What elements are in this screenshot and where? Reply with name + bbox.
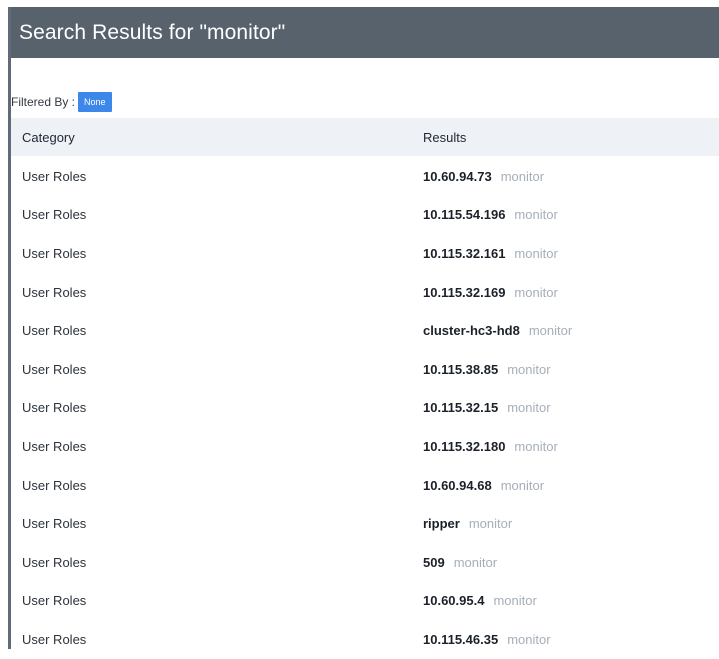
row-result: 10.115.32.161 monitor [423, 246, 558, 261]
table-row[interactable]: User Roles 10.60.94.73 monitor [11, 157, 719, 196]
row-result: 10.115.46.35 monitor [423, 632, 551, 647]
result-role: monitor [453, 554, 498, 570]
result-role: monitor [514, 207, 558, 223]
row-result: ripper monitor [423, 516, 512, 531]
table-header: Category Results [11, 118, 719, 156]
filter-label: Filtered By : [11, 95, 76, 109]
table-row[interactable]: User Roles 10.115.32.15 monitor [11, 389, 719, 428]
row-category: User Roles [22, 516, 87, 532]
row-result: 10.115.32.169 monitor [423, 285, 558, 300]
row-category: User Roles [22, 477, 87, 493]
row-category: User Roles [22, 400, 87, 416]
result-role: monitor [528, 323, 573, 339]
row-result: 10.60.94.73 monitor [423, 169, 544, 184]
table-row[interactable]: User Roles 10.115.38.85 monitor [11, 350, 719, 389]
result-name-link[interactable]: 10.60.94.73 [423, 169, 492, 184]
row-category: User Roles [22, 323, 87, 339]
row-result: 10.115.32.180 monitor [423, 439, 558, 454]
row-result: 10.60.94.68 monitor [423, 478, 544, 493]
table-row[interactable]: User Roles cluster-hc3-hd8 monitor [11, 311, 719, 350]
table-row[interactable]: User Roles 10.115.54.196 monitor [11, 196, 719, 235]
table-row[interactable]: User Roles 10.115.32.169 monitor [11, 273, 719, 312]
result-role: monitor [468, 516, 513, 532]
row-category: User Roles [22, 554, 87, 570]
result-role: monitor [507, 400, 551, 416]
column-header-results: Results [423, 129, 467, 145]
column-header-category: Category [22, 129, 75, 145]
row-category: User Roles [22, 245, 87, 261]
result-name-link[interactable]: ripper [423, 516, 460, 531]
result-role: monitor [514, 245, 558, 261]
result-name-link[interactable]: 10.60.95.4 [423, 593, 484, 608]
row-result: 10.60.95.4 monitor [423, 593, 537, 608]
result-name-link[interactable]: 10.115.54.196 [423, 207, 505, 222]
result-name-link[interactable]: 10.115.38.85 [423, 362, 498, 377]
table-row[interactable]: User Roles 509 monitor [11, 543, 719, 582]
page-header: Search Results for "monitor" [11, 7, 719, 58]
row-result: 509 monitor [423, 555, 497, 570]
table-row[interactable]: User Roles 10.60.95.4 monitor [11, 582, 719, 621]
result-name-link[interactable]: 10.115.46.35 [423, 632, 498, 647]
table-row[interactable]: User Roles 10.115.32.180 monitor [11, 427, 719, 466]
row-category: User Roles [22, 631, 87, 647]
row-category: User Roles [22, 284, 87, 300]
table-row[interactable]: User Roles 10.115.46.35 monitor [11, 620, 719, 659]
row-result: 10.115.38.85 monitor [423, 362, 551, 377]
result-name-link[interactable]: 509 [423, 555, 445, 570]
result-role: monitor [500, 477, 545, 493]
row-category: User Roles [22, 168, 87, 184]
table-row[interactable]: User Roles ripper monitor [11, 504, 719, 543]
result-name-link[interactable]: cluster-hc3-hd8 [423, 323, 520, 338]
result-name-link[interactable]: 10.115.32.161 [423, 246, 505, 261]
result-role: monitor [514, 438, 558, 454]
result-name-link[interactable]: 10.115.32.15 [423, 400, 498, 415]
filter-row: Filtered By : None [11, 92, 112, 112]
row-result: 10.115.32.15 monitor [423, 400, 551, 415]
result-role: monitor [514, 284, 558, 300]
result-role: monitor [507, 631, 551, 647]
result-role: monitor [507, 361, 551, 377]
result-name-link[interactable]: 10.115.32.180 [423, 439, 505, 454]
row-result: cluster-hc3-hd8 monitor [423, 323, 572, 338]
row-category: User Roles [22, 593, 87, 609]
result-name-link[interactable]: 10.60.94.68 [423, 478, 492, 493]
table-row[interactable]: User Roles 10.115.32.161 monitor [11, 234, 719, 273]
page-title: Search Results for "monitor" [19, 20, 286, 44]
row-category: User Roles [22, 207, 87, 223]
row-category: User Roles [22, 438, 87, 454]
filter-badge[interactable]: None [78, 92, 112, 112]
result-role: monitor [500, 168, 545, 184]
row-category: User Roles [22, 361, 87, 377]
results-table-body: User Roles 10.60.94.73 monitor User Roles 10… [11, 157, 719, 659]
table-row[interactable]: User Roles 10.60.94.68 monitor [11, 466, 719, 505]
result-name-link[interactable]: 10.115.32.169 [423, 285, 505, 300]
row-result: 10.115.54.196 monitor [423, 207, 558, 222]
result-role: monitor [493, 593, 537, 609]
